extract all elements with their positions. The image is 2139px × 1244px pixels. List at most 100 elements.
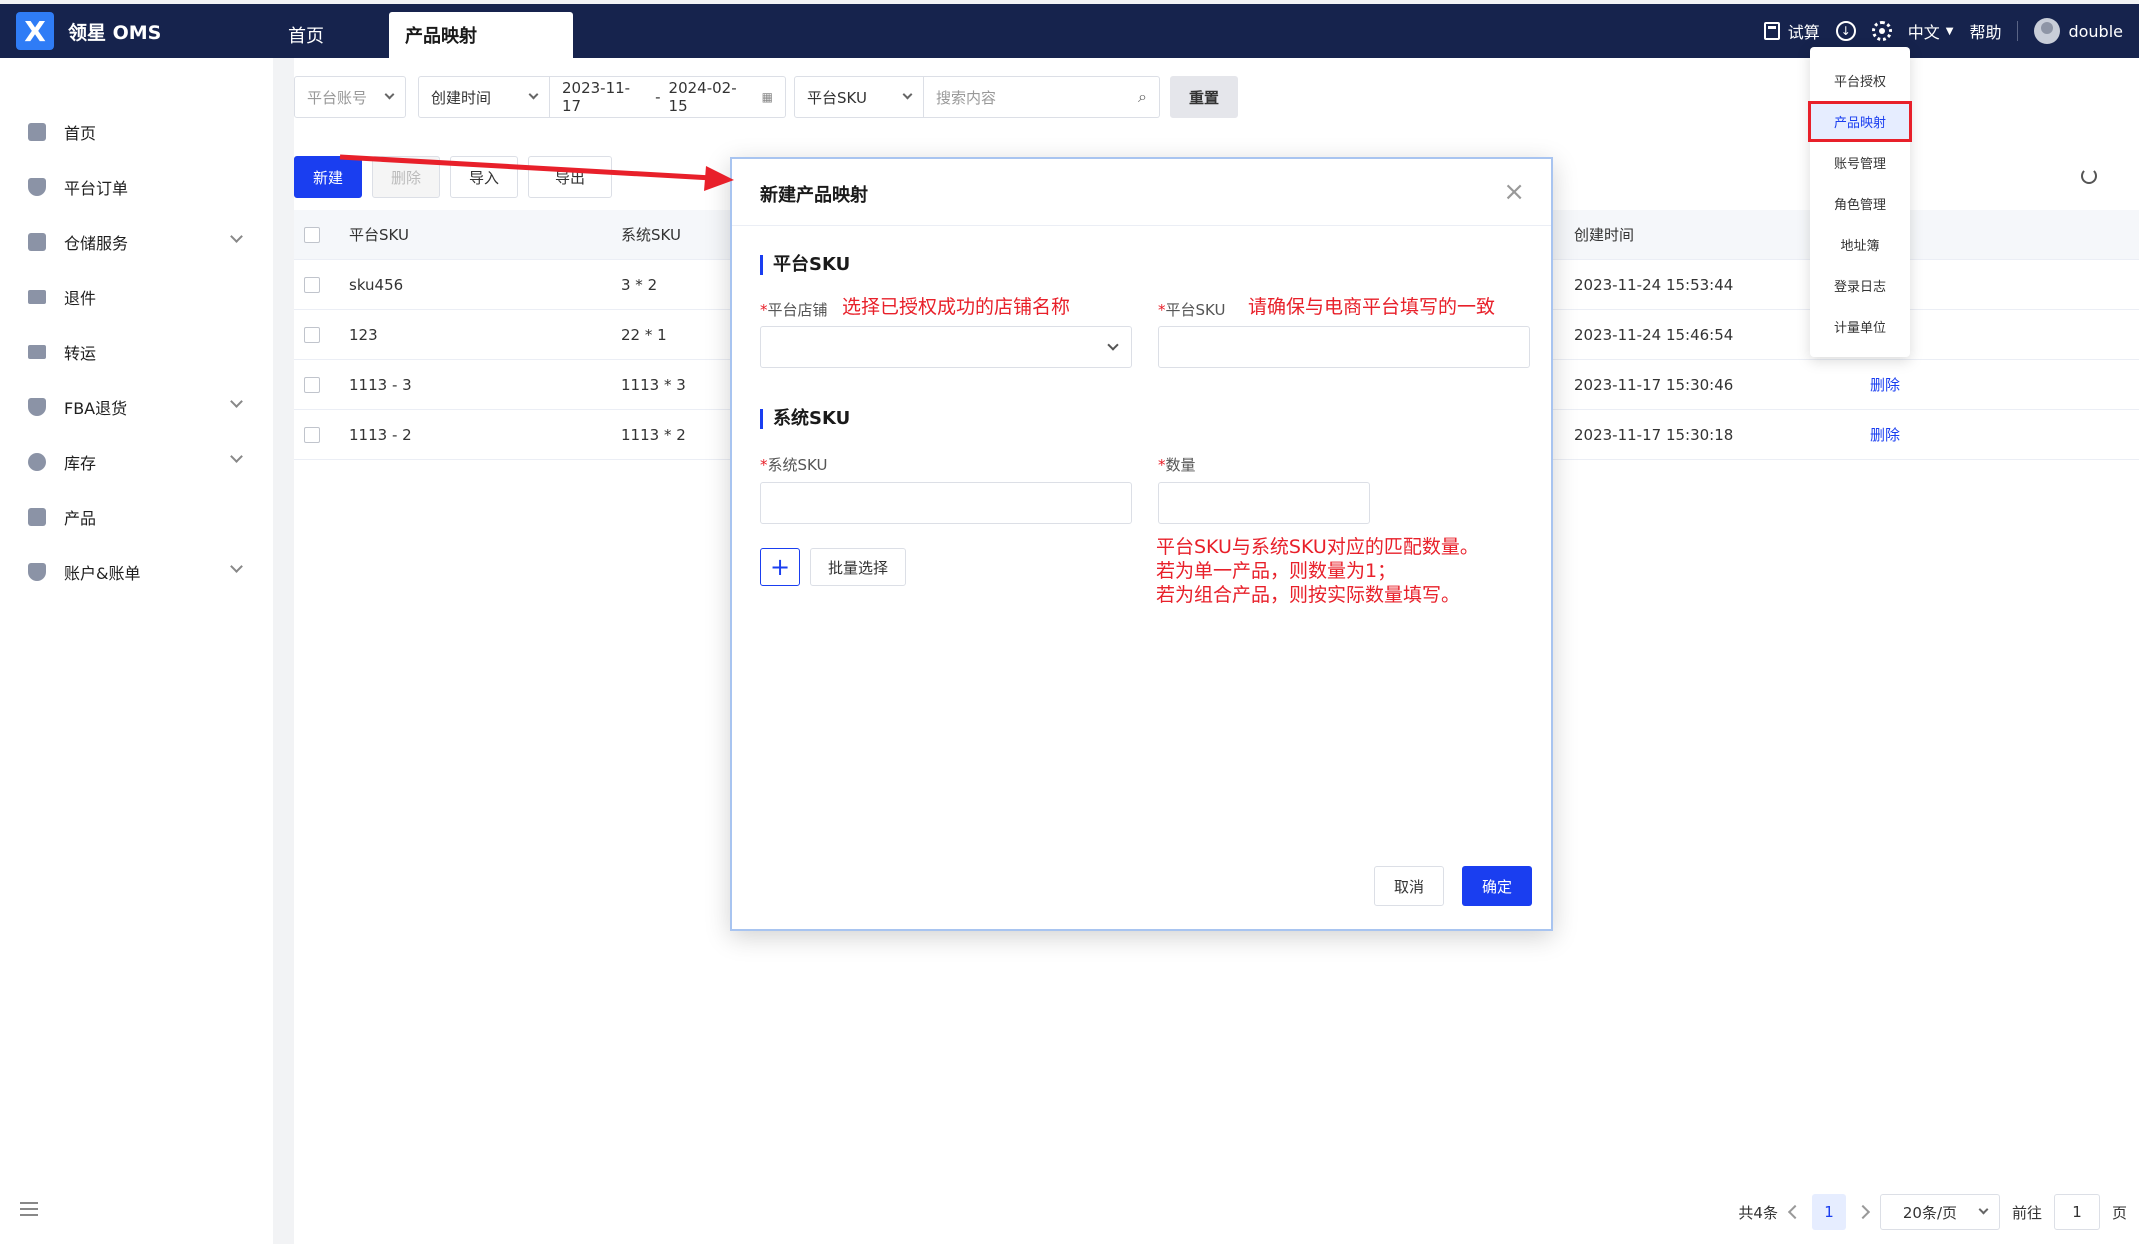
qty-label: *数量 [1158, 454, 1196, 475]
add-row-button[interactable]: + [760, 548, 800, 586]
header-platform-sku: 平台SKU [349, 226, 409, 244]
sidebar-item-inventory[interactable]: 库存 [0, 434, 273, 489]
menu-item-login-log[interactable]: 登录日志 [1810, 265, 1910, 306]
cancel-button[interactable]: 取消 [1374, 866, 1444, 906]
menu-item-platform-auth[interactable]: 平台授权 [1810, 60, 1910, 101]
new-button[interactable]: 新建 [294, 156, 362, 198]
date-end: 2024-02-15 [668, 79, 737, 115]
prev-page-icon[interactable] [1787, 1204, 1803, 1220]
store-label: *平台店铺 [760, 299, 828, 320]
qty-hint-line-2: 若为单一产品，则数量为1； [1156, 560, 1397, 582]
sidebar-item-warehouse[interactable]: 仓储服务 [0, 214, 273, 269]
system-sku-input[interactable] [760, 482, 1132, 524]
menu-item-account-mgmt[interactable]: 账号管理 [1810, 142, 1910, 183]
sidebar: 首页 平台订单 仓储服务 退件 转运 FBA退货 库存 产品 账户&账单 [0, 58, 273, 1244]
close-icon[interactable]: × [1503, 179, 1525, 205]
sidebar-item-fba-returns[interactable]: FBA退货 [0, 379, 273, 434]
sidebar-item-products[interactable]: 产品 [0, 489, 273, 544]
shield-icon [28, 397, 46, 416]
app-logo[interactable]: X 领星 OMS [16, 12, 161, 50]
batch-select-button[interactable]: 批量选择 [810, 548, 906, 586]
page-size-label: 20条/页 [1902, 1203, 1958, 1222]
warehouse-icon [28, 232, 46, 251]
sidebar-item-label: 转运 [64, 343, 97, 363]
platform-sku-label-text: 平台SKU [1165, 301, 1226, 319]
dialog-divider [732, 225, 1551, 226]
sidebar-item-home[interactable]: 首页 [0, 104, 273, 159]
chevron-down-icon [230, 560, 243, 573]
reset-button[interactable]: 重置 [1170, 76, 1238, 118]
menu-item-product-mapping[interactable]: 产品映射 [1808, 101, 1912, 142]
time-type-select[interactable]: 创建时间 [418, 76, 550, 118]
section-system-sku: 系统SKU [760, 409, 850, 429]
goto-prefix: 前往 [2011, 1203, 2042, 1222]
refresh-icon[interactable] [2081, 168, 2097, 184]
platform-account-placeholder: 平台账号 [307, 88, 368, 107]
settings-menu: 平台授权 产品映射 账号管理 角色管理 地址簿 登录日志 计量单位 [1808, 47, 1912, 357]
row-checkbox[interactable] [304, 376, 320, 393]
row-delete-link[interactable]: 删除 [1870, 374, 1900, 395]
help-link[interactable]: 帮助 [1969, 19, 2001, 43]
qty-input[interactable] [1158, 482, 1370, 524]
trial-calc-button[interactable]: 试算 [1763, 19, 1820, 43]
language-label: 中文 [1907, 23, 1940, 42]
trial-calc-label: 试算 [1787, 23, 1820, 42]
menu-item-units[interactable]: 计量单位 [1810, 306, 1910, 347]
sidebar-item-transfer[interactable]: 转运 [0, 324, 273, 379]
search-input[interactable]: 搜索内容 ⌕ [924, 76, 1160, 118]
caret-down-icon: ▼ [1945, 25, 1954, 37]
select-all-checkbox[interactable] [304, 226, 320, 243]
goto-suffix: 页 [2111, 1203, 2127, 1222]
sidebar-item-label: 库存 [64, 453, 97, 473]
next-page-icon[interactable] [1855, 1204, 1871, 1220]
import-button[interactable]: 导入 [450, 156, 518, 198]
qty-hint-line-3: 若为组合产品，则按实际数量填写。 [1156, 584, 1461, 606]
row-checkbox[interactable] [304, 276, 320, 293]
app-name: 领星 OMS [68, 21, 162, 44]
date-separator: - [655, 88, 661, 106]
cell-platform-sku: 1113 - 3 [349, 375, 412, 394]
sidebar-item-label: 账户&账单 [64, 563, 141, 583]
platform-sku-input[interactable] [1158, 326, 1530, 368]
total-count: 共4条 [1738, 1203, 1778, 1222]
tab-product-mapping[interactable]: 产品映射 [389, 12, 573, 58]
tab-home[interactable]: 首页 [272, 12, 340, 58]
platform-account-select[interactable]: 平台账号 [294, 76, 406, 118]
action-toolbar: 新建 删除 导入 导出 [294, 156, 612, 198]
cell-created-at: 2023-11-17 15:30:18 [1574, 425, 1734, 444]
sidebar-item-returns[interactable]: 退件 [0, 269, 273, 324]
search-field-select[interactable]: 平台SKU [794, 76, 924, 118]
cell-platform-sku: sku456 [349, 275, 404, 294]
truck-icon [28, 289, 46, 304]
header-divider [2017, 21, 2019, 41]
date-range-picker[interactable]: 2023-11-17 - 2024-02-15 ▦ [550, 76, 786, 118]
gear-icon[interactable] [1871, 21, 1892, 41]
shield-icon [28, 177, 46, 196]
sidebar-item-billing[interactable]: 账户&账单 [0, 544, 273, 599]
dialog-title: 新建产品映射 [760, 185, 868, 206]
collapse-sidebar-icon[interactable] [20, 1202, 38, 1216]
row-delete-link[interactable]: 删除 [1870, 424, 1900, 445]
system-sku-label: *系统SKU [760, 454, 827, 475]
page-size-select[interactable]: 20条/页 [1879, 1194, 2000, 1230]
menu-item-role-mgmt[interactable]: 角色管理 [1810, 183, 1910, 224]
delete-button[interactable]: 删除 [372, 156, 440, 198]
sidebar-item-platform-orders[interactable]: 平台订单 [0, 159, 273, 214]
chevron-down-icon [902, 89, 913, 100]
required-mark: * [760, 301, 768, 319]
platform-sku-hint: 请确保与电商平台填写的一致 [1248, 296, 1496, 318]
search-icon: ⌕ [1138, 87, 1147, 106]
chevron-down-icon [1107, 339, 1119, 351]
menu-item-address-book[interactable]: 地址簿 [1810, 224, 1910, 265]
download-icon[interactable]: ↓ [1835, 21, 1856, 41]
logo-icon: X [16, 12, 54, 50]
language-select[interactable]: 中文 ▼ [1908, 19, 1954, 43]
store-select[interactable] [760, 326, 1132, 368]
row-checkbox[interactable] [304, 326, 320, 343]
user-menu[interactable]: double [2034, 18, 2123, 44]
row-checkbox[interactable] [304, 426, 320, 443]
page-number[interactable]: 1 [1811, 1194, 1846, 1230]
confirm-button[interactable]: 确定 [1462, 866, 1532, 906]
export-button[interactable]: 导出 [528, 156, 612, 198]
goto-page-input[interactable]: 1 [2053, 1194, 2100, 1230]
